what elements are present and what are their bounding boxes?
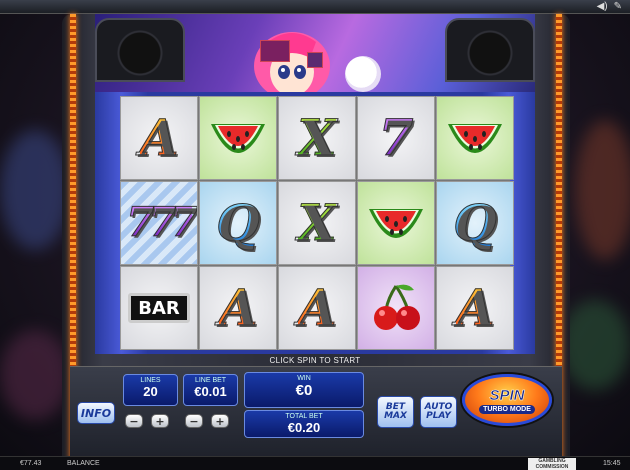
- symbol-a: A: [297, 278, 337, 337]
- cherry-icon: [374, 284, 420, 330]
- cat-thumbnail-icon: [307, 52, 323, 68]
- lines-label: LINES: [140, 377, 161, 384]
- reel-grid: A X7 777 Q X Q BAR A A A: [120, 96, 514, 350]
- lines-decrease-button[interactable]: −: [125, 414, 143, 428]
- reel-cell: X: [278, 181, 356, 265]
- reel-cell: 7: [357, 96, 435, 180]
- cat-thumbnail-icon: [260, 40, 290, 62]
- backdrop-light: [560, 300, 630, 390]
- total-bet-display: TOTAL BET €0.20: [244, 410, 364, 438]
- line-bet-label: LINE BET: [194, 377, 227, 384]
- reel-cell: BAR: [120, 266, 198, 350]
- wrench-icon[interactable]: ✎: [614, 1, 622, 12]
- win-display: WIN €0: [244, 372, 364, 408]
- watermelon-icon: [211, 124, 265, 153]
- balance-label: BALANCE: [67, 460, 100, 467]
- spin-label: SPIN: [489, 386, 525, 404]
- balance-amount: €77.43: [20, 460, 42, 467]
- symbol-x: X: [297, 108, 337, 167]
- speaker-left: [95, 18, 185, 82]
- win-label: WIN: [297, 375, 311, 382]
- symbol-a: A: [139, 108, 179, 167]
- reel-cell: [357, 181, 435, 265]
- symbol-a: A: [455, 278, 495, 337]
- watermelon-icon: [369, 209, 423, 238]
- backdrop-light: [575, 120, 630, 260]
- lines-increase-button[interactable]: +: [151, 414, 169, 428]
- reel-cell: A: [436, 266, 514, 350]
- total-bet-label: TOTAL BET: [285, 413, 323, 420]
- speaker-icon[interactable]: ◀): [597, 1, 608, 12]
- reel-cell: 777: [120, 181, 198, 265]
- reel-cell: X: [278, 96, 356, 180]
- reel-cell: [199, 96, 277, 180]
- bottom-bar: €77.43 BALANCE GAMBLING COMMISSION 15:45: [0, 456, 630, 470]
- reel-cell: A: [278, 266, 356, 350]
- line-bet-increase-button[interactable]: +: [211, 414, 229, 428]
- white-cat-mascot: [345, 56, 381, 92]
- backdrop-light: [0, 330, 70, 420]
- reel-cell: Q: [199, 181, 277, 265]
- reel-cell: Q: [436, 181, 514, 265]
- total-bet-value: €0.20: [287, 420, 321, 435]
- reel-cell: [436, 96, 514, 180]
- symbol-7: 7: [378, 108, 414, 167]
- line-bet-value: €0.01: [194, 384, 227, 399]
- bet-max-button[interactable]: BET MAX: [377, 396, 414, 428]
- status-message: CLICK SPIN TO START: [269, 356, 361, 365]
- lines-display: LINES 20: [123, 374, 178, 406]
- autoplay-button[interactable]: AUTO PLAY: [420, 396, 457, 428]
- win-value: €0: [295, 382, 313, 399]
- gambling-commission-logo: GAMBLING COMMISSION: [528, 458, 576, 470]
- symbol-a: A: [218, 278, 258, 337]
- lines-value: 20: [143, 384, 158, 399]
- line-bet-display: LINE BET €0.01: [183, 374, 238, 406]
- clock: 15:45: [603, 460, 621, 467]
- turbo-mode-toggle[interactable]: TURBO MODE: [479, 404, 535, 414]
- bet-max-line2: MAX: [384, 411, 407, 421]
- backdrop-light: [0, 130, 70, 250]
- symbol-q: Q: [453, 193, 498, 252]
- reel-cell: A: [199, 266, 277, 350]
- top-toolbar: ◀) ✎: [0, 0, 630, 14]
- speaker-right: [445, 18, 535, 82]
- spin-button[interactable]: SPIN TURBO MODE: [462, 374, 552, 426]
- autoplay-line2: PLAY: [426, 411, 451, 421]
- symbol-sevens: 777: [126, 199, 197, 246]
- watermelon-icon: [448, 124, 502, 153]
- symbol-q: Q: [216, 193, 261, 252]
- reel-cell: A: [120, 96, 198, 180]
- reel-cell: [357, 266, 435, 350]
- symbol-x: X: [297, 193, 337, 252]
- bar-symbol: BAR: [128, 293, 190, 323]
- line-bet-decrease-button[interactable]: −: [185, 414, 203, 428]
- info-button[interactable]: INFO: [77, 402, 115, 424]
